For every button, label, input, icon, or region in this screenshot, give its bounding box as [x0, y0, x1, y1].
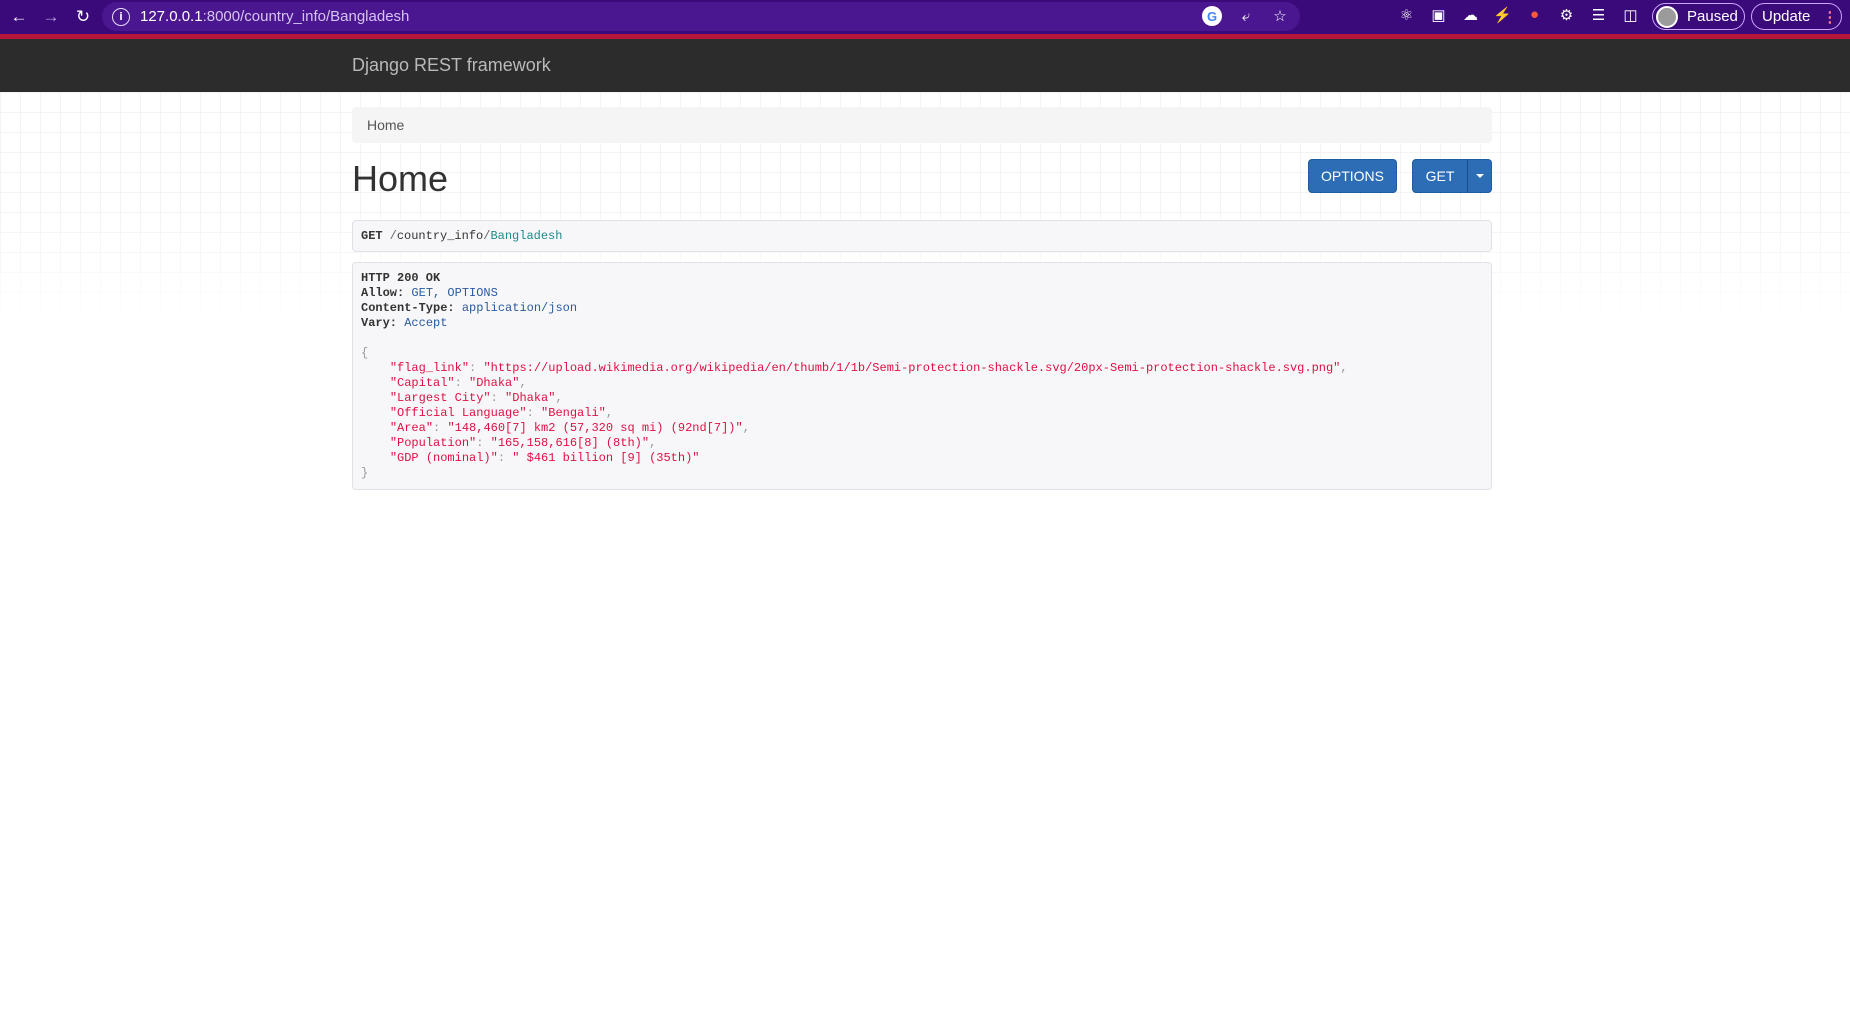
browser-toolbar: ← → ↻ i 127.0.0.1:8000/country_info/Bang… [0, 0, 1850, 34]
json-row: "Capital": "Dhaka", [389, 376, 527, 390]
page-title: Home [352, 158, 449, 199]
caret-down-icon [1475, 174, 1484, 178]
json-row: "Population": "165,158,616[8] (8th)", [389, 436, 657, 450]
react-devtools-icon[interactable]: ⚛ [1396, 4, 1417, 25]
json-row: "Largest City": "Dhaka", [389, 391, 563, 405]
back-arrow-icon[interactable]: ← [6, 4, 32, 30]
url-host: 127.0.0.1 [140, 8, 203, 25]
site-info-icon[interactable]: i [112, 7, 130, 26]
json-row: "GDP (nominal)": " $461 billion [9] (35t… [389, 451, 700, 465]
profile-status: Paused [1687, 8, 1738, 25]
json-close-brace: } [361, 466, 369, 480]
request-path-literal: Bangladesh [490, 229, 563, 243]
main-content: Home Home OPTIONS GET GET / country_info /… [352, 92, 1492, 490]
response-header: Allow: GET, OPTIONS [361, 286, 498, 300]
response-info: HTTP 200 OK Allow: GET, OPTIONS Content-… [352, 262, 1492, 490]
update-label: Update [1762, 8, 1811, 25]
avatar [1656, 5, 1678, 28]
bolt-extension-icon[interactable]: ⚡ [1492, 4, 1513, 25]
json-row: "flag_link": "https://upload.wikimedia.o… [389, 361, 1348, 375]
update-button[interactable]: Update ⋮ [1751, 3, 1842, 30]
breadcrumb: Home [352, 107, 1492, 143]
json-open-brace: { [361, 346, 369, 360]
json-row: "Area": "148,460[7] km2 (57,320 sq mi) (… [389, 421, 750, 435]
brand-link[interactable]: Django REST framework [352, 55, 551, 76]
reload-icon[interactable]: ↻ [70, 4, 96, 30]
options-button[interactable]: OPTIONS [1308, 159, 1397, 193]
page-header: Home OPTIONS GET [352, 154, 1492, 214]
profile-button[interactable]: Paused [1652, 3, 1745, 30]
forward-arrow-icon[interactable]: → [38, 4, 64, 30]
extension-square-icon[interactable]: ▣ [1428, 4, 1449, 25]
side-panel-icon[interactable]: ◫ [1620, 4, 1641, 25]
url-text[interactable]: 127.0.0.1:8000/country_info/Bangladesh [140, 8, 409, 25]
request-method: GET [361, 229, 383, 243]
reading-list-icon[interactable]: ☰ [1588, 4, 1609, 25]
navbar: Django REST framework [0, 39, 1850, 92]
breadcrumb-home[interactable]: Home [367, 117, 404, 133]
url-path: :8000/country_info/Bangladesh [202, 8, 410, 25]
bookmark-star-icon[interactable]: ☆ [1270, 6, 1290, 26]
response-header: Vary: Accept [361, 316, 448, 330]
response-status: HTTP 200 OK [361, 271, 441, 285]
request-path-part: country_info [396, 229, 484, 243]
json-row: "Official Language": "Bengali", [389, 406, 614, 420]
address-bar[interactable]: i 127.0.0.1:8000/country_info/Bangladesh… [102, 2, 1300, 31]
get-format-dropdown[interactable] [1467, 159, 1492, 193]
share-icon[interactable]: ⤶ [1236, 6, 1256, 26]
google-lens-icon[interactable]: G [1202, 6, 1222, 26]
get-button[interactable]: GET [1412, 159, 1468, 193]
cloud-extension-icon[interactable]: ☁ [1460, 4, 1481, 25]
menu-dots-icon: ⋮ [1822, 8, 1838, 26]
response-header: Content-Type: application/json [361, 301, 578, 315]
puzzle-extensions-icon[interactable]: ⚙ [1556, 4, 1577, 25]
request-info: GET / country_info / Bangladesh [352, 220, 1492, 252]
red-extension-icon[interactable]: ● [1524, 4, 1545, 25]
